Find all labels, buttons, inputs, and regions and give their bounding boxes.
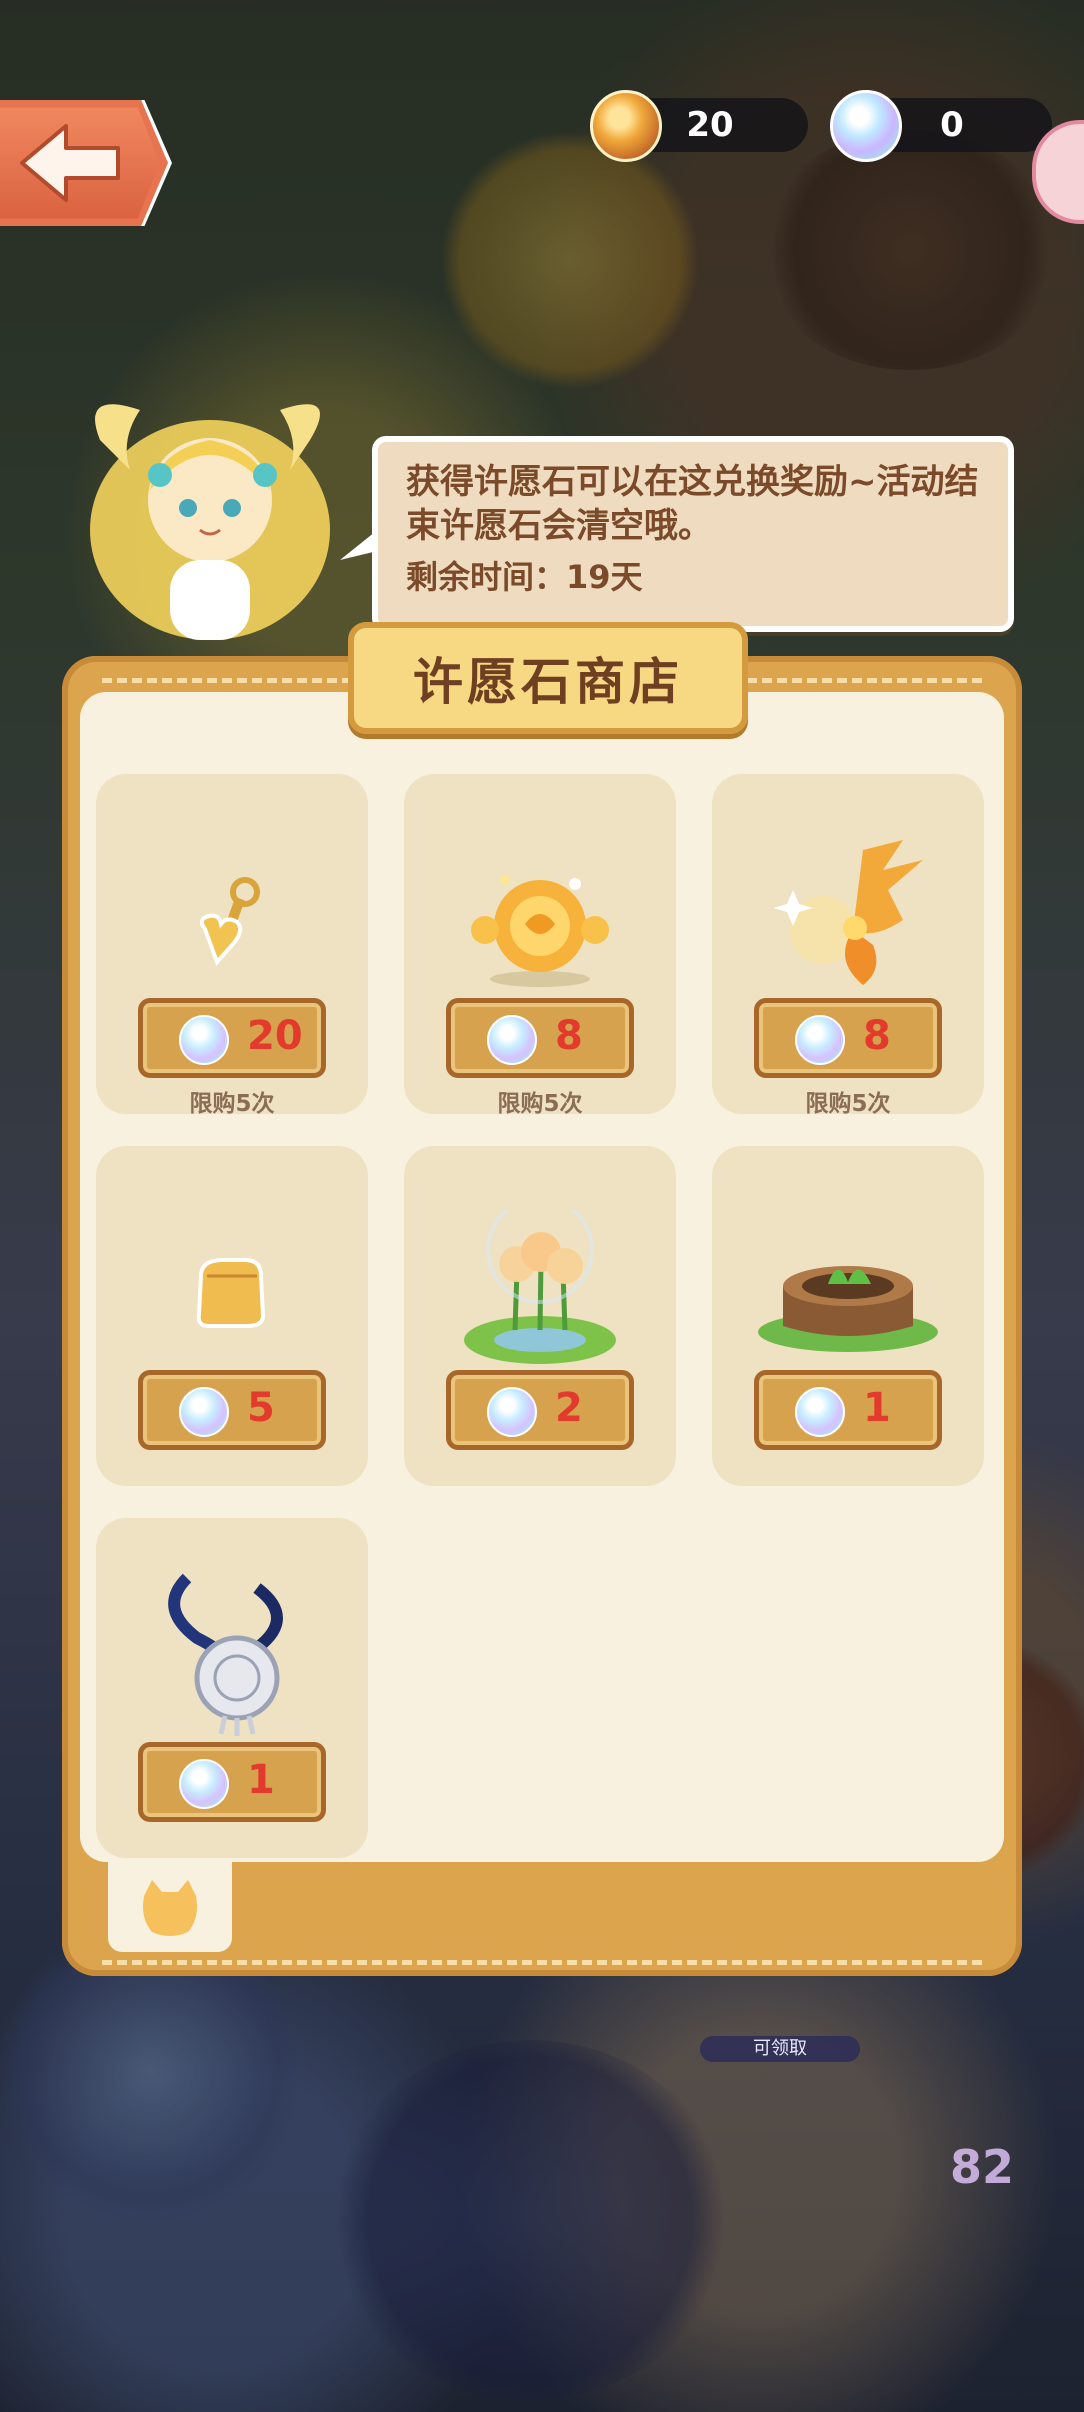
category-tab-cat[interactable] xyxy=(108,1862,232,1952)
character-avatar xyxy=(90,404,330,640)
wish-stone-icon xyxy=(795,1015,845,1065)
level-number: 82 xyxy=(950,2140,1015,2194)
shop-item-card[interactable]: 8 限购5次 xyxy=(404,774,676,1117)
golden-block-icon xyxy=(196,1258,266,1328)
coin-icon xyxy=(590,90,662,162)
golden-phoenix-icon xyxy=(773,840,923,985)
shop-item-card[interactable]: 1 xyxy=(712,1146,984,1486)
shop-item-card[interactable]: 5 xyxy=(96,1146,368,1486)
heart-key-icon xyxy=(199,877,260,966)
wish-stone-icon xyxy=(179,1015,229,1065)
shop-item-card[interactable]: 1 xyxy=(96,1518,368,1858)
speech-bubble: 获得许愿石可以在这兑换奖励~活动结束许愿石会清空哦。 剩余时间：19天 xyxy=(372,436,1014,632)
price-value: 8 xyxy=(555,1013,583,1059)
panel-dash-bottom xyxy=(102,1960,982,1965)
wish-stone-icon xyxy=(830,90,902,162)
golden-rose-orb-icon xyxy=(471,875,609,987)
price-value: 1 xyxy=(863,1385,891,1431)
wish-stone-icon xyxy=(487,1387,537,1437)
price-button[interactable]: 1 xyxy=(754,1370,942,1450)
back-button[interactable] xyxy=(0,100,168,226)
shop-item-card[interactable]: 2 xyxy=(404,1146,676,1486)
cat-icon xyxy=(143,1880,197,1936)
price-button[interactable]: 8 xyxy=(754,998,942,1078)
wish-stone-icon xyxy=(487,1015,537,1065)
shop-title-plate: 许愿石商店 xyxy=(348,622,748,734)
shop-item-card[interactable]: 8 限购5次 xyxy=(712,774,984,1117)
shop-title: 许愿石商店 xyxy=(413,653,683,711)
back-arrow-icon xyxy=(20,124,120,202)
price-button[interactable]: 8 xyxy=(446,998,634,1078)
price-value: 1 xyxy=(247,1757,275,1803)
coin-value: 20 xyxy=(686,105,734,145)
wish-stone-icon xyxy=(179,1387,229,1437)
purchase-limit: 限购5次 xyxy=(189,1091,275,1117)
wish-stone-icon xyxy=(795,1387,845,1437)
price-value: 8 xyxy=(863,1013,891,1059)
price-value: 20 xyxy=(247,1013,303,1059)
shop-item-card[interactable]: 20 限购5次 xyxy=(96,774,368,1117)
silver-medal-pendant-icon xyxy=(168,1573,283,1736)
price-button[interactable]: 20 xyxy=(138,998,326,1078)
purchase-limit: 限购5次 xyxy=(805,1091,891,1117)
wish-stone-value: 0 xyxy=(940,105,964,145)
price-button[interactable]: 2 xyxy=(446,1370,634,1450)
price-button[interactable]: 1 xyxy=(138,1742,326,1822)
tree-stump-planter-icon xyxy=(758,1266,938,1352)
bubble-message: 获得许愿石可以在这兑换奖励~活动结束许愿石会清空哦。 xyxy=(406,462,979,546)
purchase-limit: 限购5次 xyxy=(497,1091,583,1117)
wish-stone-icon xyxy=(179,1759,229,1809)
price-value: 5 xyxy=(247,1385,275,1431)
remaining-time: 剩余时间：19天 xyxy=(406,558,643,596)
flower-pond-icon xyxy=(464,1210,616,1364)
price-button[interactable]: 5 xyxy=(138,1370,326,1450)
claimable-label: 可领取 xyxy=(700,2036,860,2062)
price-value: 2 xyxy=(555,1385,583,1431)
